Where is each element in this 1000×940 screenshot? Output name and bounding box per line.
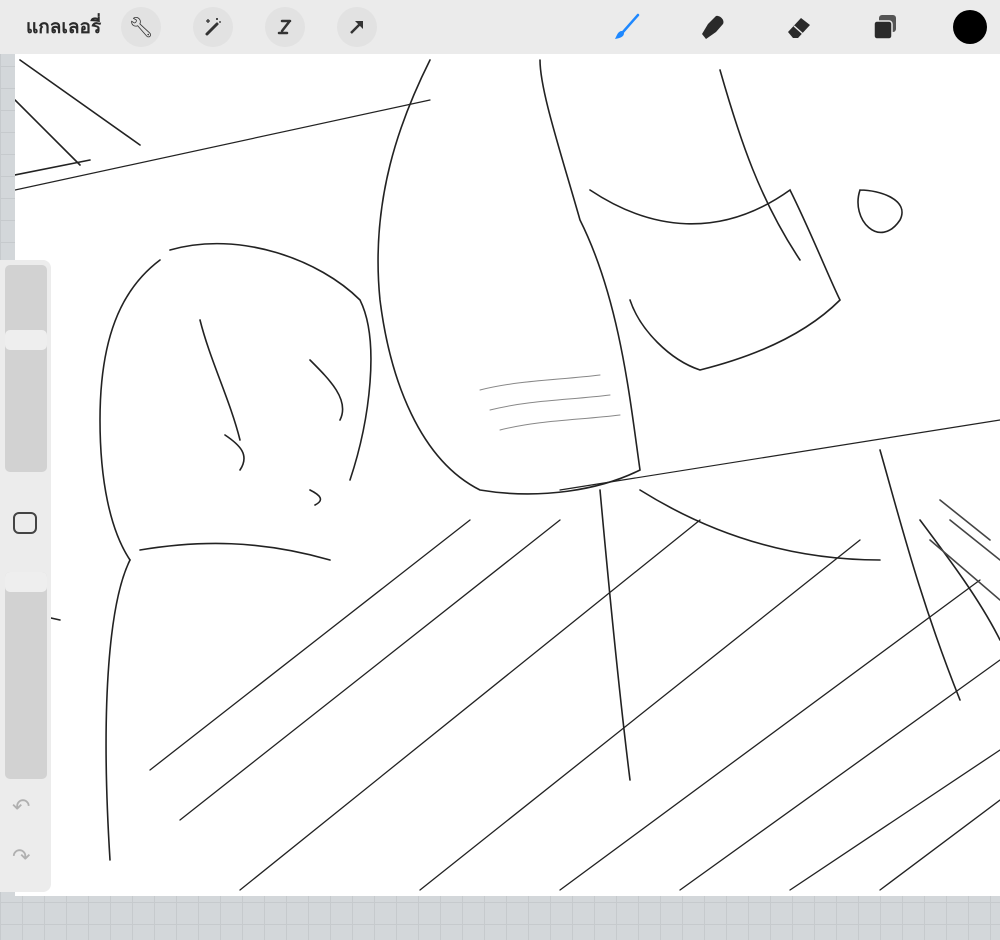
undo-button[interactable]: ↶: [12, 795, 30, 820]
layers-button[interactable]: [867, 9, 903, 45]
modify-button[interactable]: [13, 512, 37, 534]
adjustments-button[interactable]: [193, 7, 234, 47]
brush-size-slider[interactable]: [5, 265, 47, 472]
eraser-icon: [788, 18, 810, 38]
color-picker-button[interactable]: [953, 10, 987, 44]
layers-icon: [873, 15, 896, 40]
transform-arrow-icon: [350, 21, 364, 34]
smudge-icon: [702, 15, 724, 39]
actions-button[interactable]: 🔧︎: [121, 7, 162, 47]
opacity-thumb[interactable]: [5, 572, 47, 592]
brush-icon: [615, 13, 640, 39]
brush-button[interactable]: [609, 9, 645, 45]
redo-button[interactable]: ↷: [12, 845, 30, 870]
drawing-canvas[interactable]: [15, 54, 1000, 896]
brush-size-thumb[interactable]: [5, 330, 47, 351]
selection-button[interactable]: [265, 7, 306, 47]
opacity-slider[interactable]: [5, 572, 47, 779]
eraser-button[interactable]: [781, 9, 817, 45]
magic-wand-icon: [205, 18, 221, 36]
undo-icon: ↶: [12, 795, 31, 820]
selection-icon: [277, 19, 292, 35]
transform-button[interactable]: [337, 7, 378, 47]
gallery-button[interactable]: แกลเลอรี่: [26, 12, 101, 42]
redo-icon: ↷: [12, 845, 31, 870]
top-toolbar: แกลเลอรี่ 🔧︎: [0, 0, 1000, 54]
left-sidebar: ↶ ↷: [0, 260, 51, 892]
smudge-button[interactable]: [695, 9, 731, 45]
wrench-icon: 🔧︎: [128, 15, 154, 39]
sketch-artwork: [15, 59, 1000, 891]
